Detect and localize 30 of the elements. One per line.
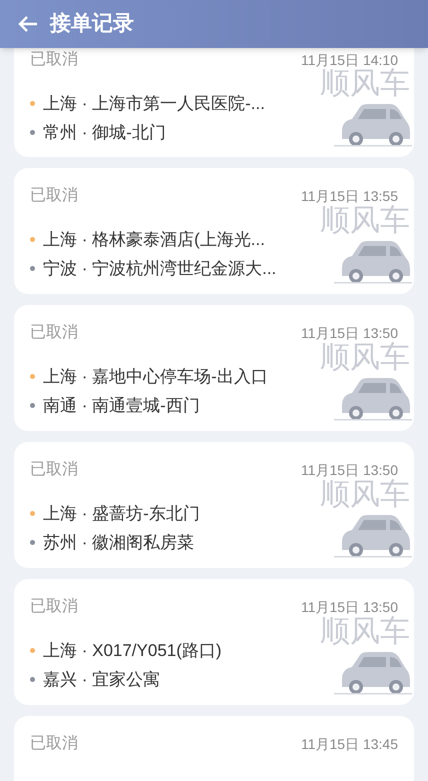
order-card[interactable]: 已取消 11月15日 13:45 [14, 716, 414, 781]
order-time: 11月15日 13:50 [300, 460, 398, 478]
address-text: 宁波 · 宁波杭州湾世纪金源大... [43, 258, 276, 280]
status-text: 已取消 [30, 322, 78, 343]
status-text: 已取消 [30, 734, 78, 754]
address-text: 上海 · 盛蔷坊-东北门 [43, 502, 200, 525]
address-text: 上海 · X017/Y051(路口) [43, 640, 222, 662]
page-title: 接单记录 [50, 11, 134, 38]
order-time: 11月15日 13:45 [300, 734, 398, 754]
car-icon [334, 512, 412, 560]
car-icon [334, 238, 412, 286]
car-icon [334, 101, 412, 149]
order-time: 11月15日 13:50 [300, 598, 398, 616]
back-arrow-icon[interactable] [18, 15, 38, 33]
address-text: 南通 · 南通壹城-西门 [43, 394, 200, 417]
status-text: 已取消 [30, 596, 78, 617]
car-icon [334, 649, 412, 697]
order-time: 11月15日 13:50 [300, 324, 398, 342]
address-text: 上海 · 格林豪泰酒店(上海光... [43, 228, 265, 251]
order-time: 11月15日 14:10 [300, 50, 398, 68]
car-icon [334, 375, 412, 423]
address-text: 上海 · 上海市第一人民医院-... [43, 92, 265, 115]
order-time: 11月15日 13:55 [300, 186, 398, 204]
address-text: 常州 · 御城-北门 [43, 122, 166, 144]
address-text: 上海 · 嘉地中心停车场-出入口 [43, 366, 268, 388]
status-text: 已取消 [30, 186, 78, 206]
status-text: 已取消 [30, 50, 78, 70]
address-text: 苏州 · 徽湘阁私房菜 [43, 532, 194, 554]
address-text: 嘉兴 · 宜家公寓 [43, 668, 160, 691]
status-text: 已取消 [30, 460, 78, 480]
